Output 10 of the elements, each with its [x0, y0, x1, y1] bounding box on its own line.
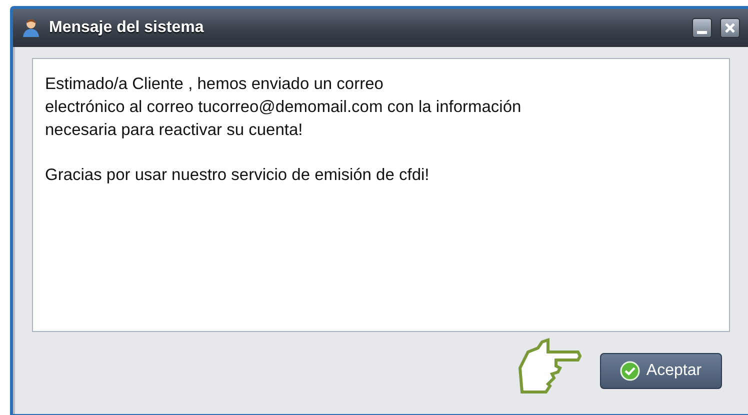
message-text: Estimado/a Cliente , hemos enviado un correo electrónico al correo tucorreo@demomail.com con la información necesaria para reactivar su cuenta! [45, 74, 522, 141]
close-button[interactable] [720, 18, 740, 38]
message-text: Gracias por usar nuestro servicio de emisión de cfdi! [45, 165, 430, 186]
checkmark-icon [620, 361, 640, 381]
accept-button[interactable]: Aceptar [600, 353, 722, 389]
minimize-button[interactable] [692, 18, 712, 38]
close-icon [724, 22, 736, 34]
minimize-icon [697, 30, 707, 34]
user-icon [21, 18, 41, 38]
window-title: Mensaje del sistema [49, 19, 205, 37]
